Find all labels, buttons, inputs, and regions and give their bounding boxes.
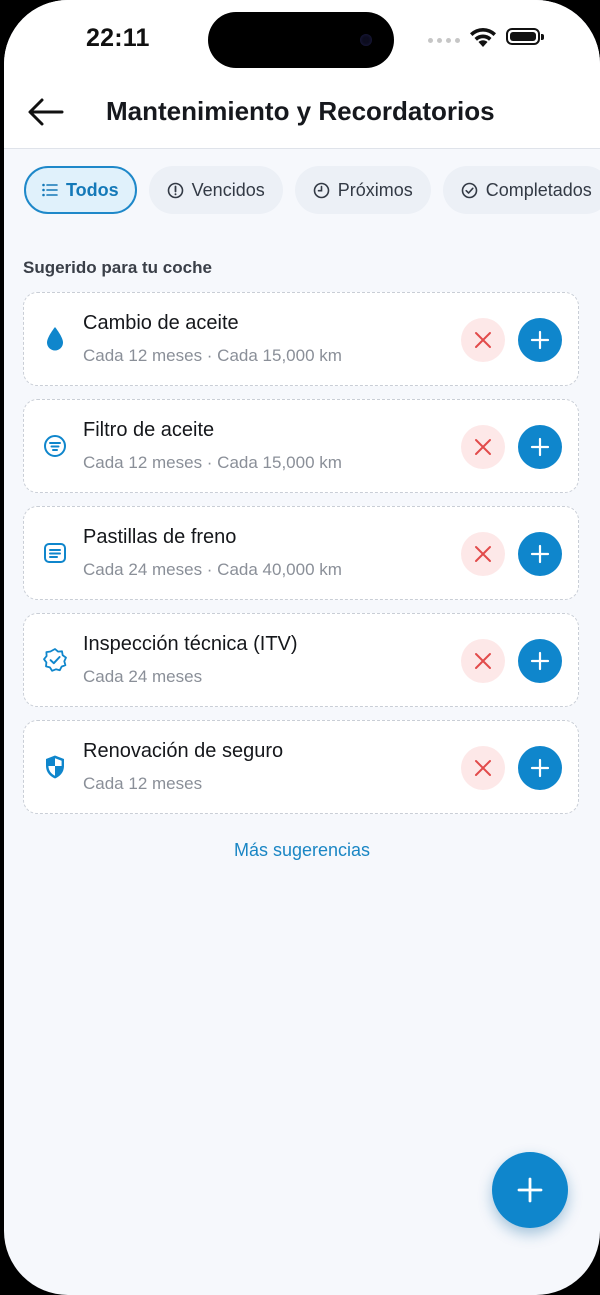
filter-chip-label: Próximos [337, 179, 413, 200]
alert-circle-icon [167, 182, 184, 199]
cellular-signal-icon [428, 38, 460, 43]
suggestion-title: Pastillas de freno [83, 526, 237, 548]
filter-chips: Todos Vencidos Próximos Completados [24, 166, 600, 216]
more-suggestions-link[interactable]: Más sugerencias [4, 840, 600, 861]
filter-icon [42, 433, 68, 459]
status-bar: 22:11 [4, 0, 600, 80]
add-reminder-fab[interactable] [492, 1152, 568, 1228]
suggestion-title: Filtro de aceite [83, 419, 215, 441]
suggestion-title: Renovación de seguro [83, 740, 284, 762]
filter-chip-label: Todos [66, 179, 119, 200]
device-frame: 22:11 Mantenimiento y Recordatorios Todo… [0, 0, 600, 1295]
brake-pad-icon [42, 540, 68, 566]
add-button[interactable] [518, 746, 562, 790]
plus-icon [530, 758, 550, 778]
battery-icon [506, 28, 544, 45]
dismiss-button[interactable] [461, 639, 505, 683]
suggestion-subtitle: Cada 24 meses · Cada 40,000 km [83, 560, 342, 579]
dismiss-button[interactable] [461, 532, 505, 576]
oil-drop-icon [42, 326, 68, 352]
dismiss-button[interactable] [461, 318, 505, 362]
list-icon [42, 183, 58, 197]
suggestion-subtitle: Cada 12 meses · Cada 15,000 km [83, 453, 342, 472]
check-circle-icon [461, 182, 478, 199]
plus-icon [530, 330, 550, 350]
add-button[interactable] [518, 639, 562, 683]
close-icon [475, 760, 491, 776]
add-button[interactable] [518, 318, 562, 362]
app-header: Mantenimiento y Recordatorios [4, 80, 600, 149]
suggestion-subtitle: Cada 12 meses · Cada 15,000 km [83, 346, 342, 365]
suggestion-subtitle: Cada 24 meses [83, 667, 203, 686]
plus-icon [530, 437, 550, 457]
clock-icon [313, 182, 330, 199]
dismiss-button[interactable] [461, 746, 505, 790]
suggestion-card: Inspección técnica (ITV) Cada 24 meses [23, 613, 579, 707]
page-title: Mantenimiento y Recordatorios [106, 96, 495, 126]
plus-icon [530, 544, 550, 564]
suggestion-subtitle: Cada 12 meses [83, 774, 203, 793]
dynamic-island [208, 12, 394, 68]
arrow-left-icon [28, 98, 64, 126]
shield-icon [42, 754, 68, 780]
suggestion-title: Cambio de aceite [83, 312, 239, 334]
camera-icon [360, 34, 372, 46]
app-screen: 22:11 Mantenimiento y Recordatorios Todo… [4, 0, 600, 1295]
close-icon [475, 546, 491, 562]
section-title: Sugerido para tu coche [23, 258, 212, 277]
suggestion-card: Cambio de aceite Cada 12 meses · Cada 15… [23, 292, 579, 386]
suggestion-card: Pastillas de freno Cada 24 meses · Cada … [23, 506, 579, 600]
close-icon [475, 653, 491, 669]
verified-badge-icon [42, 647, 68, 673]
close-icon [475, 332, 491, 348]
filter-chip-label: Vencidos [191, 179, 265, 200]
plus-icon [517, 1177, 543, 1203]
filter-chip-label: Completados [485, 179, 592, 200]
plus-icon [530, 651, 550, 671]
close-icon [475, 439, 491, 455]
wifi-icon [468, 26, 498, 53]
add-button[interactable] [518, 425, 562, 469]
suggestion-card: Renovación de seguro Cada 12 meses [23, 720, 579, 814]
back-button[interactable] [24, 94, 68, 130]
suggestion-title: Inspección técnica (ITV) [83, 633, 298, 655]
suggestion-card: Filtro de aceite Cada 12 meses · Cada 15… [23, 399, 579, 493]
status-time: 22:11 [86, 24, 150, 52]
filter-chip-proximos[interactable]: Próximos [294, 166, 431, 214]
add-button[interactable] [518, 532, 562, 576]
filter-chip-vencidos[interactable]: Vencidos [148, 166, 283, 214]
filter-chip-todos[interactable]: Todos [24, 166, 137, 214]
dismiss-button[interactable] [461, 425, 505, 469]
filter-chip-completados[interactable]: Completados [442, 166, 600, 214]
